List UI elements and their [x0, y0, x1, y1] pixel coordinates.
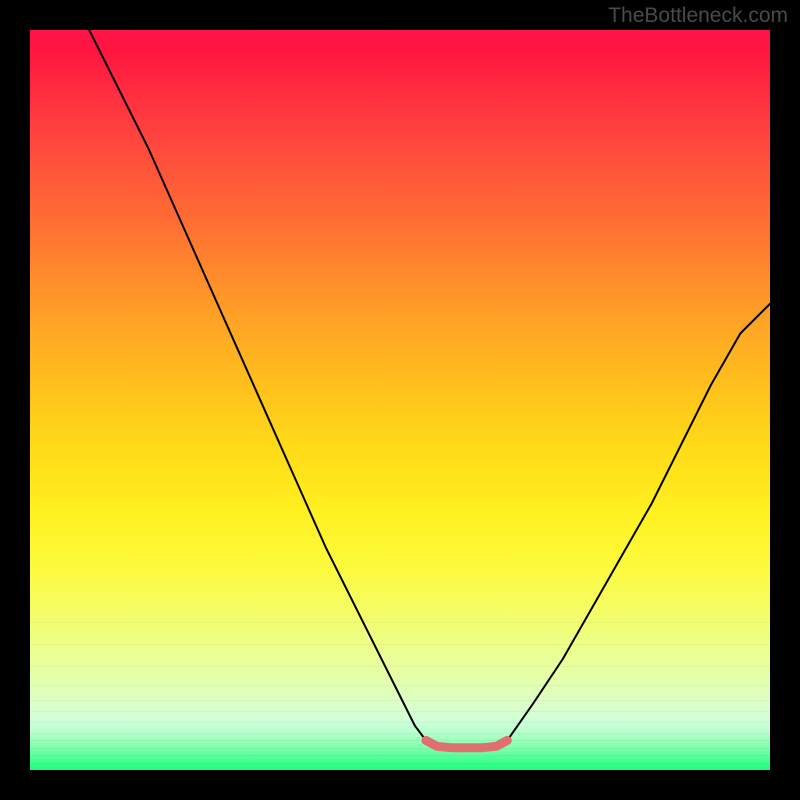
right-curve — [507, 304, 770, 741]
left-curve — [89, 30, 426, 740]
bottom-highlight-segment — [426, 740, 507, 747]
curve-layer — [30, 30, 770, 770]
watermark-text: TheBottleneck.com — [608, 4, 788, 28]
plot-area — [30, 30, 770, 770]
